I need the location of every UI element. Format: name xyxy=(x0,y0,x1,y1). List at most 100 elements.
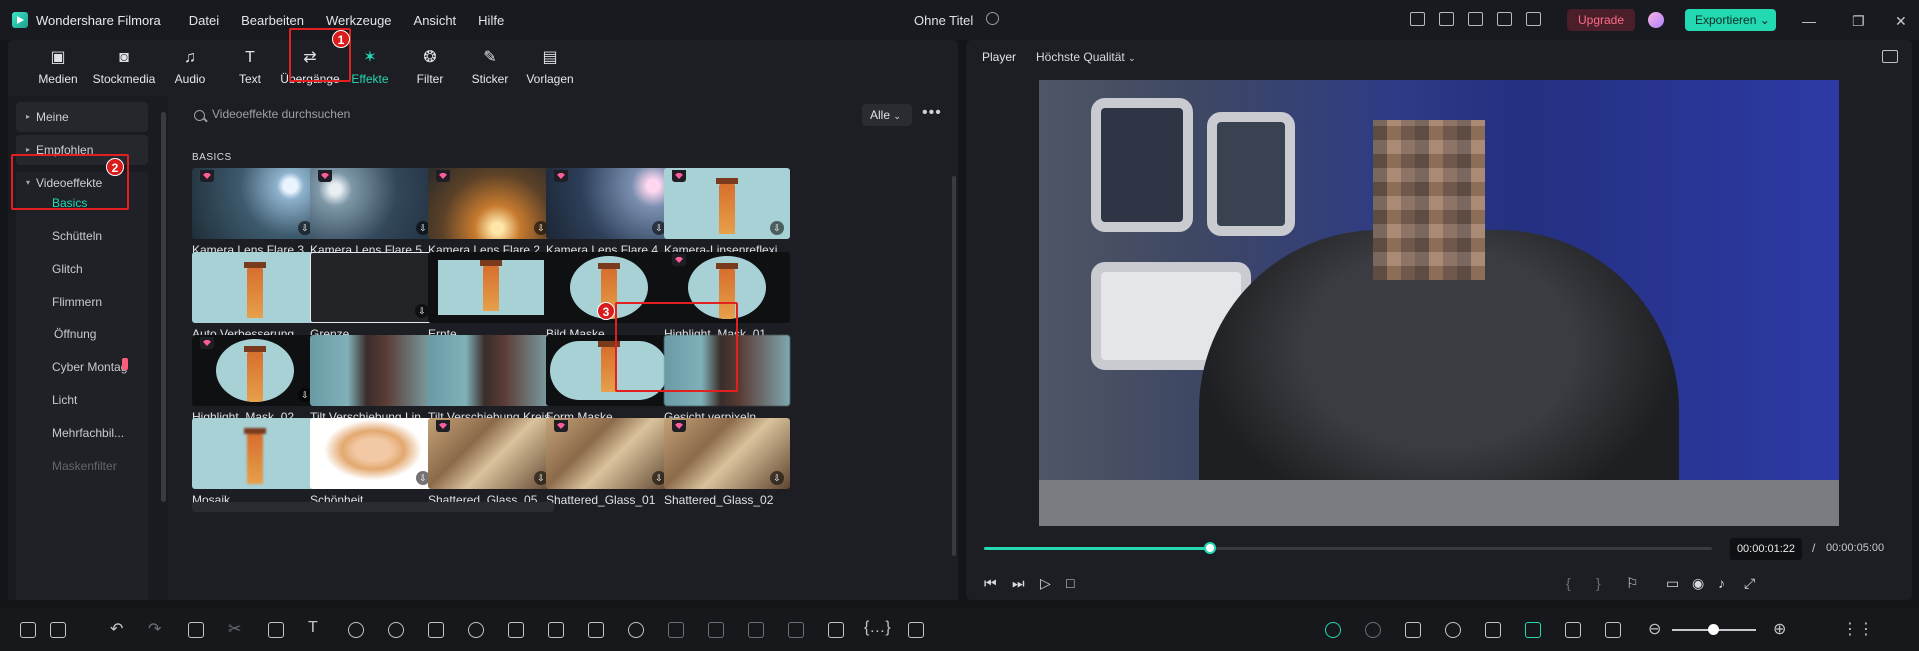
microphone-icon[interactable] xyxy=(1445,622,1461,638)
sidebar-item-meine[interactable]: ▸ Meine xyxy=(16,102,148,132)
timer-icon[interactable] xyxy=(468,622,484,638)
zoom-handle[interactable] xyxy=(1708,624,1719,635)
download-icon[interactable] xyxy=(770,471,784,485)
save-icon[interactable] xyxy=(1439,12,1454,26)
sidebar-item-licht[interactable]: Licht xyxy=(52,393,77,407)
fullscreen-icon[interactable]: ⤢ xyxy=(1744,575,1755,592)
progress-handle[interactable] xyxy=(1203,542,1216,554)
code-icon[interactable]: {…} xyxy=(864,619,891,637)
current-time[interactable]: 00:00:01:22 xyxy=(1730,538,1802,560)
stats-icon[interactable] xyxy=(1882,50,1898,63)
select-tool-icon[interactable] xyxy=(50,622,66,638)
sidebar-item-schuetteln[interactable]: Schütteln xyxy=(52,229,102,243)
cut-icon[interactable]: ✂ xyxy=(228,619,241,639)
render-icon[interactable] xyxy=(1365,622,1381,638)
effect-card[interactable]: Shattered_Glass_02 xyxy=(664,418,790,507)
effect-card[interactable]: Ernte xyxy=(428,252,554,341)
effect-card[interactable]: Tilt Verschiebung Kreis xyxy=(428,335,554,424)
fit-icon[interactable] xyxy=(508,622,524,638)
tab-audio[interactable]: ♫ Audio xyxy=(160,40,220,96)
sidebar-item-glitch[interactable]: Glitch xyxy=(52,262,83,276)
stabilize-icon[interactable] xyxy=(428,622,444,638)
apps-grid-icon[interactable] xyxy=(1526,12,1541,26)
ai-assist-icon[interactable] xyxy=(1325,622,1341,638)
mask-tool-icon[interactable] xyxy=(548,622,564,638)
menu-hilfe[interactable]: Hilfe xyxy=(478,13,504,28)
text-tool-icon[interactable]: T xyxy=(308,619,318,637)
effect-card[interactable]: Shattered_Glass_01 xyxy=(546,418,672,507)
previous-frame-icon[interactable]: ⏮ xyxy=(984,575,997,592)
tab-sticker[interactable]: ✎ Sticker xyxy=(460,40,520,96)
tab-stockmedia[interactable]: ◙ Stockmedia xyxy=(88,40,160,96)
snap-icon[interactable] xyxy=(1525,622,1541,638)
delete-icon[interactable] xyxy=(188,622,204,638)
tab-medien[interactable]: ▣ Medien xyxy=(28,40,88,96)
copy-icon[interactable] xyxy=(708,622,724,638)
undo-icon[interactable]: ↶ xyxy=(110,619,123,639)
restore-icon[interactable]: ❐ xyxy=(1852,13,1865,30)
mark-out-icon[interactable]: } xyxy=(1596,575,1601,591)
shield-icon[interactable] xyxy=(1405,622,1421,638)
download-icon[interactable] xyxy=(415,304,429,318)
audio-edit-icon[interactable] xyxy=(788,622,804,638)
more-options-icon[interactable]: ••• xyxy=(922,104,942,122)
play-icon[interactable]: ▷ xyxy=(1040,575,1051,592)
zoom-in-icon[interactable]: ⊕ xyxy=(1773,619,1786,639)
ai-icon[interactable] xyxy=(628,622,644,638)
effect-card[interactable]: Kamera-Linsenreflexio... xyxy=(664,168,790,257)
color-icon[interactable] xyxy=(388,622,404,638)
display-icon[interactable]: ▭ xyxy=(1666,575,1679,592)
effect-card[interactable]: Kamera Lens Flare 3 xyxy=(192,168,318,257)
grid-scrollbar[interactable] xyxy=(952,176,956,556)
music-icon[interactable] xyxy=(1485,622,1501,638)
sidebar-item-maskenfilter[interactable]: Maskenfilter xyxy=(52,459,117,473)
quality-select[interactable]: Höchste Qualität ⌄ xyxy=(1036,50,1136,64)
translate-icon[interactable] xyxy=(908,622,924,638)
video-preview[interactable] xyxy=(1039,80,1839,526)
filter-select[interactable]: Alle ⌄ xyxy=(862,104,912,126)
layout-grid-icon[interactable] xyxy=(20,622,36,638)
effect-card[interactable]: Highlight_Mask_02 xyxy=(192,335,318,424)
sidebar-scrollbar[interactable] xyxy=(161,112,166,502)
effect-card[interactable]: Kamera Lens Flare 5 xyxy=(310,168,436,257)
subtitle-icon[interactable] xyxy=(1605,622,1621,638)
menu-bearbeiten[interactable]: Bearbeiten xyxy=(241,13,304,28)
effect-card[interactable]: Kamera Lens Flare 4 xyxy=(546,168,672,257)
tab-vorlagen[interactable]: ▤ Vorlagen xyxy=(520,40,580,96)
search-input[interactable] xyxy=(212,107,512,121)
link-icon[interactable] xyxy=(1565,622,1581,638)
next-frame-icon[interactable]: ⏭ xyxy=(1012,575,1025,592)
redo-icon[interactable]: ↷ xyxy=(148,619,161,639)
menu-ansicht[interactable]: Ansicht xyxy=(414,13,457,28)
effect-card[interactable]: Schönheit xyxy=(310,418,436,507)
avatar[interactable] xyxy=(1648,12,1664,28)
effect-card[interactable]: Shattered_Glass_05 xyxy=(428,418,554,507)
zoom-out-icon[interactable]: ⊖ xyxy=(1648,619,1661,639)
export-button[interactable]: Exportieren ⌄ xyxy=(1685,9,1776,31)
snapshot-icon[interactable]: ◉ xyxy=(1692,575,1704,592)
freeze-icon[interactable] xyxy=(748,622,764,638)
support-icon[interactable] xyxy=(1497,12,1512,26)
sidebar-item-cyber-montag[interactable]: Cyber Montag xyxy=(52,360,127,374)
marker-icon[interactable]: ⚐ xyxy=(1626,575,1639,592)
screen-icon[interactable] xyxy=(828,622,844,638)
tab-text[interactable]: T Text xyxy=(220,40,280,96)
sidebar-item-oeffnung[interactable]: Öffnung xyxy=(54,327,96,341)
mark-in-icon[interactable]: { xyxy=(1566,575,1571,591)
volume-icon[interactable]: ♪ xyxy=(1718,575,1725,591)
speed-icon[interactable] xyxy=(348,622,364,638)
download-icon[interactable] xyxy=(770,221,784,235)
layout-icon[interactable] xyxy=(1410,12,1425,26)
adjust-icon[interactable] xyxy=(588,622,604,638)
sidebar-item-mehrfachbild[interactable]: Mehrfachbil... xyxy=(52,426,124,440)
close-icon[interactable]: ✕ xyxy=(1895,13,1907,30)
timeline-settings-icon[interactable]: ⋮⋮ xyxy=(1842,619,1874,639)
crop-icon[interactable] xyxy=(268,622,284,638)
effect-card[interactable]: Kamera Lens Flare 2 xyxy=(428,168,554,257)
effect-card[interactable]: Mosaik xyxy=(192,418,318,507)
sidebar-item-flimmern[interactable]: Flimmern xyxy=(52,295,102,309)
tab-filter[interactable]: ❂ Filter xyxy=(400,40,460,96)
menu-datei[interactable]: Datei xyxy=(189,13,219,28)
cloud-icon[interactable] xyxy=(1468,12,1483,26)
effect-card[interactable]: Tilt Verschiebung Linear xyxy=(310,335,436,424)
